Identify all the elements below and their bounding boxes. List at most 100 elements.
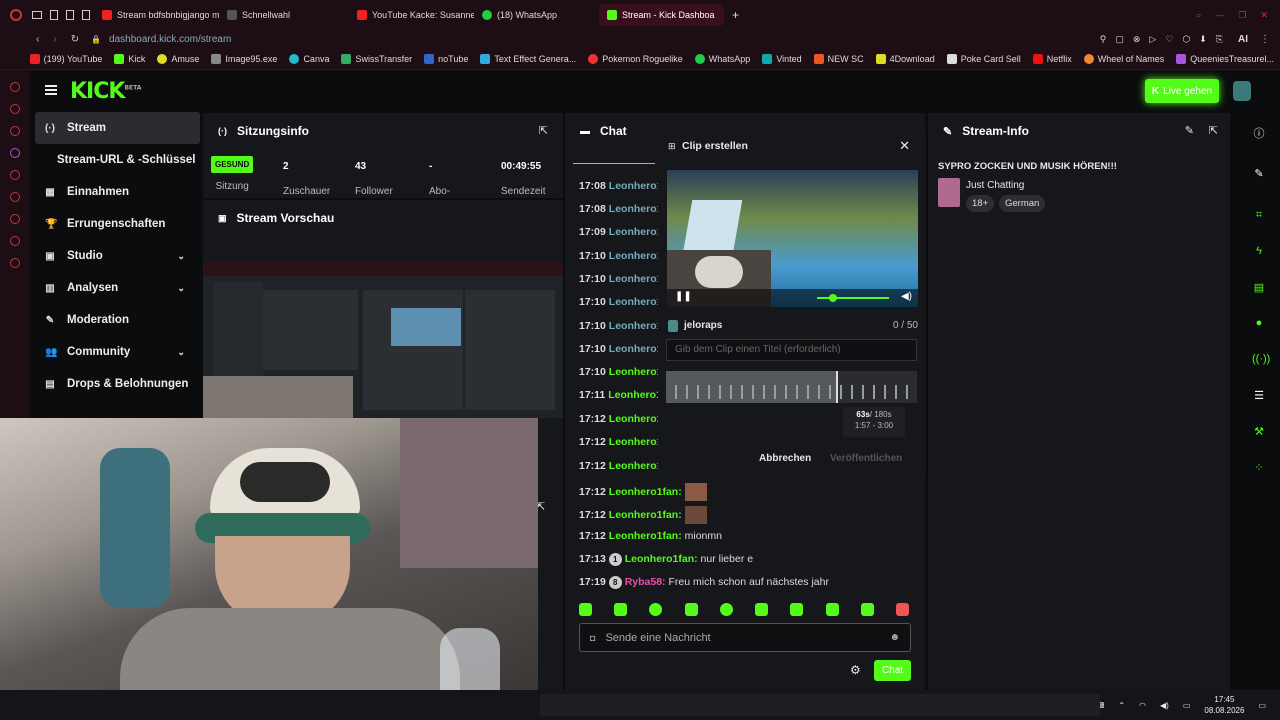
bookmark-poke-card[interactable]: Poke Card Sell xyxy=(941,53,1027,64)
bookmark-vinted[interactable]: Vinted xyxy=(756,53,807,64)
bookmark-amuse[interactable]: Amuse xyxy=(151,53,205,64)
cluster-icon[interactable]: ⁘ xyxy=(1252,461,1266,475)
chat-message[interactable]: 17:19 8 Ryba58: Freu mich schon auf näch… xyxy=(579,576,829,589)
sidebar-app-icon[interactable] xyxy=(10,104,20,114)
emote-button[interactable] xyxy=(790,603,804,616)
tab-stream-bdfs[interactable]: Stream bdfsbnbigjango mu xyxy=(94,4,219,26)
wrench-icon[interactable]: ⚒ xyxy=(1252,425,1266,439)
clip-trim-timeline[interactable] xyxy=(666,371,917,403)
clip-title-input[interactable]: Gib dem Clip einen Titel (erforderlich) xyxy=(666,339,917,361)
info-icon[interactable]: ⓘ xyxy=(1252,125,1266,140)
tab-icon[interactable] xyxy=(66,10,74,20)
hamburger-menu-icon[interactable] xyxy=(45,85,57,95)
popout-icon[interactable]: ⇱ xyxy=(539,124,548,137)
emote-button[interactable] xyxy=(649,603,663,616)
battery-icon[interactable]: ▭ xyxy=(1183,701,1191,710)
tag-18plus[interactable]: 18+ xyxy=(966,195,995,212)
chat-message[interactable]: 17:12 Leonhero1fan: mionmn xyxy=(579,530,722,542)
emote-button[interactable] xyxy=(825,603,839,616)
tab-icon[interactable] xyxy=(50,10,58,20)
new-tab-button[interactable]: + xyxy=(732,8,739,22)
cancel-button[interactable]: Abbrechen xyxy=(759,453,811,464)
sidebar-app-icon[interactable] xyxy=(10,82,20,92)
chat-message[interactable]: 17:12 Leonhero1 xyxy=(579,460,662,472)
bookmark-new-sc[interactable]: NEW SC xyxy=(808,53,870,64)
bookmark-whatsapp[interactable]: WhatsApp xyxy=(689,53,757,64)
sidebar-item-stream[interactable]: (·) Stream xyxy=(35,112,200,144)
bookmark-pokemon[interactable]: Pokemon Roguelike xyxy=(582,53,689,64)
sidebar-item-drops[interactable]: ▤ Drops & Belohnungen xyxy=(30,368,200,400)
volume-icon[interactable]: ◀) xyxy=(901,291,912,302)
bookmark-image95[interactable]: Image95.exe xyxy=(205,53,283,64)
go-live-button[interactable]: K Live gehen xyxy=(1145,79,1219,103)
sidebar-item-community[interactable]: 👥 Community ⌄ xyxy=(30,336,200,368)
emote-button[interactable] xyxy=(895,603,909,616)
tab-whatsapp[interactable]: (18) WhatsApp xyxy=(474,4,599,26)
chat-message[interactable]: 17:12 Leonhero1fan: xyxy=(579,506,707,524)
tabs-menu-icon[interactable] xyxy=(32,11,42,19)
chat-message[interactable]: 17:13 1 Leonhero1fan: nur lieber e xyxy=(579,553,753,566)
ai-button[interactable]: AI xyxy=(1238,34,1248,45)
minimize-icon[interactable]: — xyxy=(1215,10,1224,20)
chat-message[interactable]: 17:10 Leonhero1 xyxy=(579,250,662,262)
bookmark-notube[interactable]: noTube xyxy=(418,53,474,64)
chat-icon[interactable]: ● xyxy=(1252,317,1266,331)
toolbar-icons[interactable]: ⚲▢⊗▷♡⬡⬇⎘ xyxy=(1100,34,1232,45)
chat-settings-icon[interactable]: ⚙ xyxy=(850,663,861,677)
bookmark-wheel[interactable]: Wheel of Names xyxy=(1078,53,1171,64)
tab-schnellwahl[interactable]: Schnellwahl xyxy=(219,4,349,26)
bookmark-youtube[interactable]: (199) YouTube xyxy=(24,53,109,64)
clip-video-player[interactable]: ❚❚ ◀) xyxy=(667,170,918,307)
tag-german[interactable]: German xyxy=(999,195,1046,212)
bookmark-swisstransfer[interactable]: SwissTransfer xyxy=(335,53,418,64)
emote-button[interactable] xyxy=(684,603,698,616)
opera-logo-icon[interactable] xyxy=(10,9,22,21)
bookmark-netflix[interactable]: Netflix xyxy=(1027,53,1078,64)
menu-icon[interactable]: ⋮ xyxy=(1260,34,1270,45)
trim-handle[interactable] xyxy=(836,371,838,403)
bookmark-kick[interactable]: Kick xyxy=(108,53,151,64)
popout-icon[interactable]: ⇱ xyxy=(1209,124,1218,137)
pause-icon[interactable]: ❚❚ xyxy=(675,291,692,302)
sidebar-app-icon[interactable] xyxy=(10,192,20,202)
emote-button[interactable] xyxy=(755,603,769,616)
chat-message[interactable]: 17:12 Leonhero1 xyxy=(579,436,662,448)
search-icon[interactable]: ⌕ xyxy=(1196,10,1201,21)
settings-icon[interactable] xyxy=(10,258,20,268)
tab-icon[interactable] xyxy=(82,10,90,20)
bookmark-queenies[interactable]: QueeniesTreasurel... xyxy=(1170,53,1280,64)
category-name[interactable]: Just Chatting xyxy=(966,180,1024,191)
notifications-icon[interactable]: ▭ xyxy=(1258,701,1266,710)
scan-icon[interactable]: ⌗ xyxy=(1252,209,1266,223)
clock[interactable]: 17:45 08.08.2026 xyxy=(1204,694,1244,716)
bookmark-text-effect[interactable]: Text Effect Genera... xyxy=(474,53,582,64)
clip-progress-bar[interactable] xyxy=(817,294,889,302)
kick-logo[interactable]: KICKBETA xyxy=(70,79,141,104)
preview-video[interactable] xyxy=(203,262,563,422)
sidebar-app-icon[interactable] xyxy=(10,170,20,180)
broadcast-icon[interactable]: ((·)) xyxy=(1252,353,1270,367)
document-icon[interactable]: ▤ xyxy=(1252,281,1266,295)
emote-button[interactable] xyxy=(860,603,874,616)
twitch-icon[interactable] xyxy=(10,148,20,158)
progress-handle[interactable] xyxy=(829,294,837,302)
bookmark-canva[interactable]: Canva xyxy=(283,53,335,64)
chat-message[interactable]: 17:10 Leonhero1 xyxy=(579,273,662,285)
volume-icon[interactable]: ◀) xyxy=(1160,701,1169,710)
chat-message[interactable]: 17:10 Leonhero1 xyxy=(579,343,662,355)
chat-message[interactable]: 17:10 Leonhero1 xyxy=(579,366,662,378)
url-field[interactable]: dashboard.kick.com/stream xyxy=(109,34,231,45)
wifi-icon[interactable]: ◠ xyxy=(1139,701,1146,710)
sidebar-item-errungenschaften[interactable]: 🏆 Errungenschaften xyxy=(30,208,200,240)
close-window-icon[interactable]: ✕ xyxy=(1260,10,1268,21)
sidebar-item-studio[interactable]: ▣ Studio ⌄ xyxy=(30,240,200,272)
chat-message[interactable]: 17:08 Leonhero1 xyxy=(579,180,662,192)
sidebar-item-moderation[interactable]: ✎ Moderation xyxy=(30,304,200,336)
emote-button[interactable] xyxy=(719,603,733,616)
chat-message[interactable]: 17:12 Leonhero1 xyxy=(579,413,662,425)
chat-message[interactable]: 17:08 Leonhero1 xyxy=(579,203,662,215)
sidebar-item-stream-url[interactable]: Stream-URL & -Schlüssel xyxy=(30,144,200,176)
bookmark-4download[interactable]: 4Download xyxy=(870,53,941,64)
chat-message[interactable]: 17:09 Leonhero1 xyxy=(579,226,662,238)
tab-kick-dashboard[interactable]: Stream - Kick Dashboa xyxy=(599,4,724,26)
